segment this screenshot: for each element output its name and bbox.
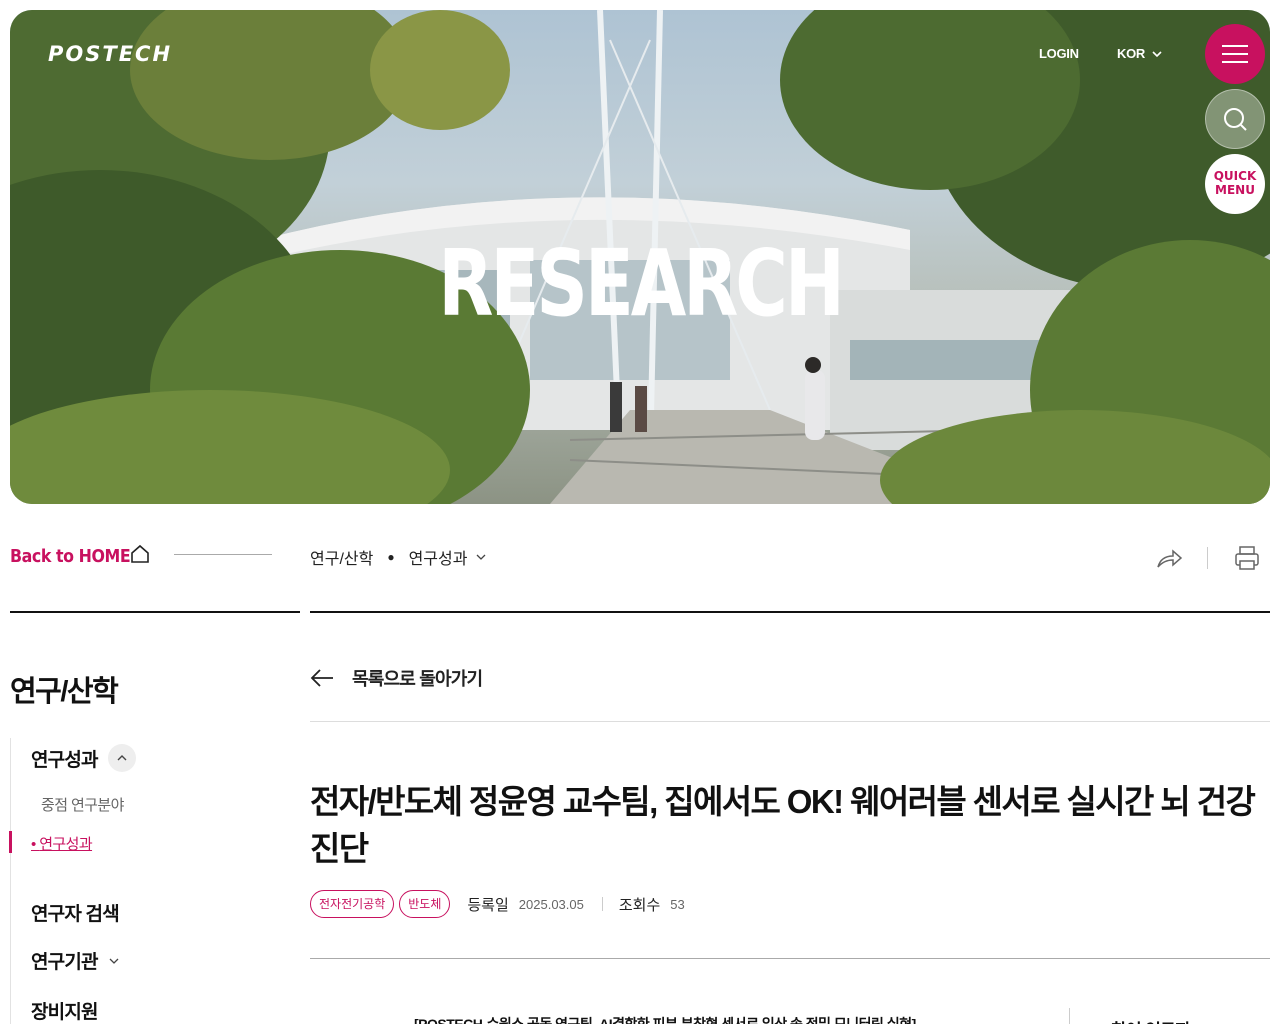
collapse-button[interactable] [107, 744, 136, 772]
sidebar-item-equipment[interactable]: 장비지원 [31, 997, 99, 1024]
divider [310, 721, 1270, 722]
breadcrumb-level2[interactable]: 연구성과 [409, 545, 468, 569]
breadcrumb-divider [174, 554, 272, 555]
sidebar-item-research-results[interactable]: 연구성과 [31, 744, 136, 772]
content-divider [1069, 1008, 1070, 1024]
breadcrumb-level1[interactable]: 연구/산학 [310, 545, 373, 569]
article-meta: 전자전기공학 반도체 등록일 2025.03.05 조회수 53 [310, 890, 685, 918]
meta-divider [601, 897, 603, 911]
sidebar-divider [10, 738, 11, 1024]
tag-badge[interactable]: 반도체 [399, 890, 451, 918]
print-icon[interactable] [1234, 545, 1260, 571]
date-label: 등록일 [467, 896, 509, 914]
search-icon [1224, 108, 1247, 131]
related-researchers-title: 참여 연구자 [1111, 1016, 1191, 1024]
chevron-down-icon[interactable] [475, 551, 487, 563]
hero-title: RESEARCH [438, 230, 845, 337]
bullet-icon: • [31, 836, 40, 853]
tag-badge[interactable]: 전자전기공학 [310, 890, 395, 918]
views-value: 53 [670, 896, 685, 912]
arrow-left-icon [310, 669, 333, 687]
sidebar-subitem-label: 연구성과 [39, 836, 93, 853]
sidebar-item-label: 연구성과 [31, 749, 99, 771]
login-link[interactable]: LOGIN [1039, 46, 1079, 61]
home-icon[interactable] [130, 544, 150, 564]
article-title: 전자/반도체 정윤영 교수팀, 집에서도 OK! 웨어러블 센서로 실시간 뇌 … [310, 783, 1256, 867]
language-selector[interactable]: KOR [1117, 46, 1163, 61]
sidebar-item-label: 연구자 검색 [31, 904, 120, 925]
toolbar-divider [1207, 547, 1208, 569]
sidebar-item-researcher-search[interactable]: 연구자 검색 [31, 899, 120, 926]
article-lead: [POSTECH-수원소 공동 연구팀, AI결합한 피부 부착형 센서로 일상… [414, 1016, 916, 1024]
postech-logo[interactable]: POSTECH [48, 42, 172, 66]
menu-button[interactable] [1205, 24, 1265, 84]
hero-banner: POSTECH LOGIN KOR RESEARCH [10, 10, 1270, 504]
back-to-list-link[interactable]: 목록으로 돌아가기 [310, 665, 483, 691]
date-value: 2025.03.05 [518, 896, 584, 912]
back-to-list-label: 목록으로 돌아가기 [352, 669, 483, 689]
share-icon[interactable] [1155, 546, 1183, 570]
search-button[interactable] [1205, 89, 1265, 149]
sidebar-top-rule [10, 611, 300, 613]
hamburger-icon [1222, 45, 1248, 63]
sidebar-title: 연구/산학 [10, 676, 119, 708]
quick-menu-button[interactable]: QUICK MENU [1205, 154, 1265, 214]
breadcrumb: 연구/산학 ● 연구성과 [310, 545, 487, 569]
quick-menu-line1: QUICK [1213, 169, 1257, 184]
chevron-down-icon [109, 958, 119, 964]
sidebar-item-label: 연구기관 [31, 952, 99, 973]
content-top-rule [310, 611, 1270, 613]
chevron-down-icon [1152, 50, 1162, 57]
breadcrumb-separator: ● [387, 550, 395, 564]
language-label: KOR [1117, 46, 1145, 61]
sidebar-item-label: 장비지원 [31, 1002, 99, 1023]
chevron-up-icon [117, 755, 127, 761]
quick-menu-line2: MENU [1215, 183, 1255, 197]
back-to-home-link[interactable]: Back to HOME [10, 546, 131, 567]
sidebar-item-institutes[interactable]: 연구기관 [31, 947, 120, 974]
sidebar-subitem-focus-areas[interactable]: 중점 연구분야 [41, 794, 124, 815]
divider [310, 958, 1270, 959]
active-indicator [9, 831, 12, 853]
sidebar-subitem-research-results[interactable]: • 연구성과 [31, 833, 93, 854]
views-label: 조회수 [618, 896, 661, 914]
